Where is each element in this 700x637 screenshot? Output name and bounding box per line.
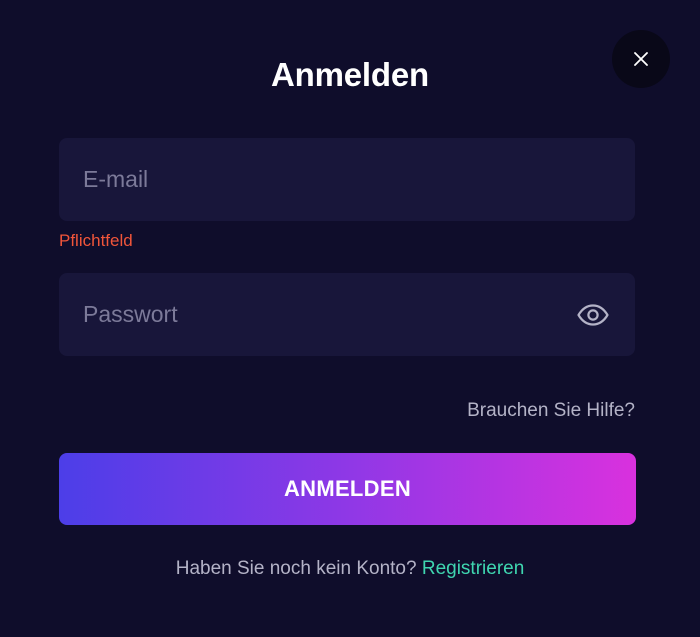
register-link[interactable]: Registrieren [422,558,524,579]
email-input[interactable] [59,138,635,221]
eye-icon[interactable] [577,303,609,326]
email-error-text: Pflichtfeld [59,231,133,250]
signup-prompt-text: Haben Sie noch kein Konto? [175,558,417,579]
help-link[interactable]: Brauchen Sie Hilfe? [467,400,635,422]
login-submit-button[interactable]: ANMELDEN [59,453,636,525]
password-input[interactable] [59,273,577,356]
email-field[interactable] [59,138,635,221]
signup-prompt: Haben Sie noch kein Konto? Registrieren [0,558,700,580]
login-modal: Anmelden Pflichtfeld Brauchen Sie Hilfe?… [0,0,700,637]
modal-title: Anmelden [271,56,429,93]
password-field[interactable] [59,273,635,356]
